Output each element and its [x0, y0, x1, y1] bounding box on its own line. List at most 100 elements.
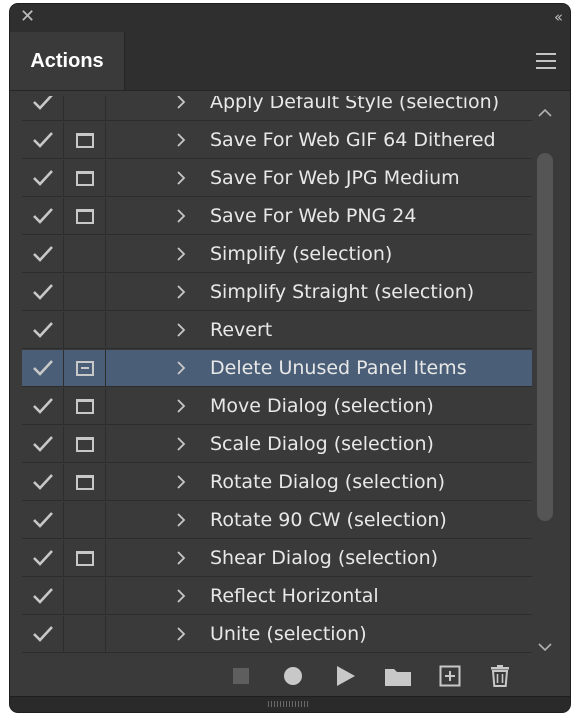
- checkmark-icon[interactable]: [32, 205, 54, 227]
- chevron-right-icon[interactable]: [174, 588, 188, 604]
- chevron-right-icon[interactable]: [174, 474, 188, 490]
- action-row[interactable]: Shear Dialog (selection): [22, 540, 532, 577]
- scroll-up-icon[interactable]: [538, 108, 552, 118]
- toggle-item-cell[interactable]: [22, 578, 64, 615]
- hamburger-menu-icon[interactable]: [536, 53, 556, 69]
- checkmark-icon[interactable]: [32, 96, 54, 113]
- chevron-right-icon[interactable]: [174, 208, 188, 224]
- toggle-dialog-cell[interactable]: [64, 464, 106, 501]
- toggle-dialog-cell[interactable]: [64, 274, 106, 311]
- toggle-dialog-cell[interactable]: [64, 540, 106, 577]
- chevron-right-icon[interactable]: [174, 96, 188, 110]
- dialog-icon[interactable]: [76, 551, 94, 566]
- resize-strip[interactable]: [10, 696, 570, 712]
- stop-icon[interactable]: [229, 664, 253, 688]
- toggle-dialog-cell[interactable]: [64, 312, 106, 349]
- dialog-icon[interactable]: [76, 209, 94, 224]
- checkmark-icon[interactable]: [32, 243, 54, 265]
- toggle-item-cell[interactable]: [22, 312, 64, 349]
- toggle-item-cell[interactable]: [22, 616, 64, 653]
- chevron-right-icon[interactable]: [174, 550, 188, 566]
- chevron-right-icon[interactable]: [174, 398, 188, 414]
- resize-grip[interactable]: [268, 701, 308, 707]
- toggle-item-cell[interactable]: [22, 540, 64, 577]
- toggle-item-cell[interactable]: [22, 350, 64, 387]
- checkmark-icon[interactable]: [32, 357, 54, 379]
- dialog-icon[interactable]: [76, 133, 94, 148]
- toggle-item-cell[interactable]: [22, 502, 64, 539]
- toggle-dialog-cell[interactable]: [64, 502, 106, 539]
- toggle-dialog-cell[interactable]: [64, 616, 106, 653]
- action-row[interactable]: Apply Default Style (selection): [22, 96, 532, 121]
- trash-icon[interactable]: [488, 664, 512, 688]
- dialog-icon[interactable]: [76, 475, 94, 490]
- action-row[interactable]: Save For Web JPG Medium: [22, 160, 532, 197]
- toggle-item-cell[interactable]: [22, 96, 64, 121]
- chevron-right-icon[interactable]: [174, 246, 188, 262]
- collapse-panel-icon[interactable]: ‹‹: [554, 8, 563, 26]
- vertical-scrollbar[interactable]: [534, 100, 556, 656]
- action-row[interactable]: Rotate Dialog (selection): [22, 464, 532, 501]
- checkmark-icon[interactable]: [32, 547, 54, 569]
- toggle-item-cell[interactable]: [22, 464, 64, 501]
- dialog-icon[interactable]: [76, 399, 94, 414]
- toggle-dialog-cell[interactable]: [64, 236, 106, 273]
- checkmark-icon[interactable]: [32, 623, 54, 645]
- dialog-icon[interactable]: [76, 437, 94, 452]
- toggle-item-cell[interactable]: [22, 426, 64, 463]
- new-action-icon[interactable]: [438, 664, 462, 688]
- action-row[interactable]: Move Dialog (selection): [22, 388, 532, 425]
- checkmark-icon[interactable]: [32, 281, 54, 303]
- toggle-dialog-cell[interactable]: [64, 426, 106, 463]
- toggle-dialog-cell[interactable]: [64, 578, 106, 615]
- action-row[interactable]: Reflect Horizontal: [22, 578, 532, 615]
- chevron-right-icon[interactable]: [174, 284, 188, 300]
- chevron-right-icon[interactable]: [174, 132, 188, 148]
- chevron-right-icon[interactable]: [174, 170, 188, 186]
- toggle-dialog-cell[interactable]: [64, 388, 106, 425]
- action-row[interactable]: Save For Web PNG 24: [22, 198, 532, 235]
- checkmark-icon[interactable]: [32, 471, 54, 493]
- toggle-dialog-cell[interactable]: [64, 122, 106, 159]
- toggle-dialog-cell[interactable]: [64, 96, 106, 121]
- toggle-item-cell[interactable]: [22, 236, 64, 273]
- action-row[interactable]: Delete Unused Panel Items: [22, 350, 532, 387]
- play-icon[interactable]: [333, 664, 357, 688]
- toggle-dialog-cell[interactable]: [64, 350, 106, 387]
- action-row[interactable]: Simplify Straight (selection): [22, 274, 532, 311]
- action-row[interactable]: Scale Dialog (selection): [22, 426, 532, 463]
- toggle-dialog-cell[interactable]: [64, 198, 106, 235]
- action-row[interactable]: Rotate 90 CW (selection): [22, 502, 532, 539]
- toggle-item-cell[interactable]: [22, 274, 64, 311]
- chevron-right-icon[interactable]: [174, 322, 188, 338]
- checkmark-icon[interactable]: [32, 585, 54, 607]
- tab-actions[interactable]: Actions: [10, 32, 125, 90]
- record-icon[interactable]: [281, 664, 305, 688]
- chevron-right-icon[interactable]: [174, 512, 188, 528]
- toggle-item-cell[interactable]: [22, 122, 64, 159]
- toggle-item-cell[interactable]: [22, 198, 64, 235]
- checkmark-icon[interactable]: [32, 395, 54, 417]
- scrollbar-thumb[interactable]: [537, 153, 553, 521]
- action-row[interactable]: Unite (selection): [22, 616, 532, 653]
- chevron-right-icon[interactable]: [174, 360, 188, 376]
- new-set-folder-icon[interactable]: [383, 664, 413, 688]
- checkmark-icon[interactable]: [32, 509, 54, 531]
- checkmark-icon[interactable]: [32, 167, 54, 189]
- toggle-item-cell[interactable]: [22, 160, 64, 197]
- action-row[interactable]: Simplify (selection): [22, 236, 532, 273]
- action-row[interactable]: Revert: [22, 312, 532, 349]
- action-label: Save For Web JPG Medium: [210, 167, 460, 189]
- dialog-icon[interactable]: [76, 361, 94, 376]
- scroll-down-icon[interactable]: [538, 642, 552, 652]
- chevron-right-icon[interactable]: [174, 626, 188, 642]
- checkmark-icon[interactable]: [32, 433, 54, 455]
- dialog-icon[interactable]: [76, 171, 94, 186]
- chevron-right-icon[interactable]: [174, 436, 188, 452]
- toggle-item-cell[interactable]: [22, 388, 64, 425]
- toggle-dialog-cell[interactable]: [64, 160, 106, 197]
- checkmark-icon[interactable]: [32, 129, 54, 151]
- checkmark-icon[interactable]: [32, 319, 54, 341]
- action-row[interactable]: Save For Web GIF 64 Dithered: [22, 122, 532, 159]
- close-icon[interactable]: ✕: [20, 7, 35, 27]
